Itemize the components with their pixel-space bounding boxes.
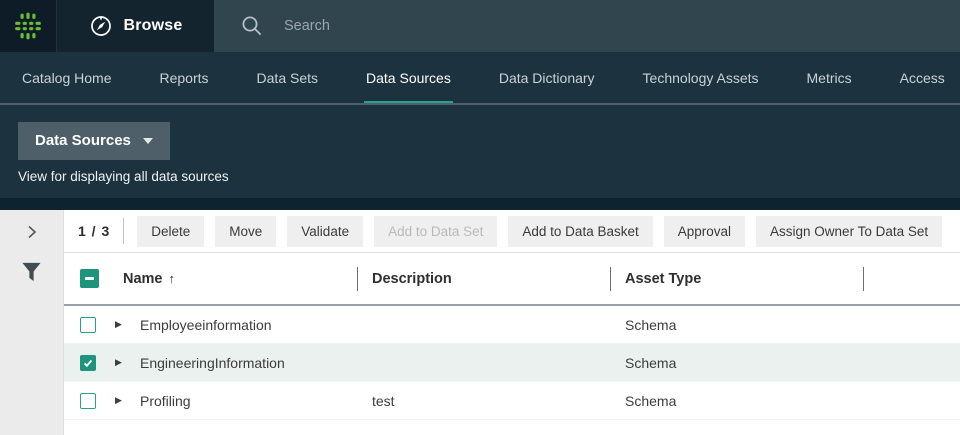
browse-label: Browse xyxy=(124,17,183,35)
expand-panel-button[interactable] xyxy=(0,210,63,253)
tab-access[interactable]: Access xyxy=(900,52,945,103)
left-rail xyxy=(0,210,64,435)
top-bar: Browse Search xyxy=(0,0,960,52)
asset-type: Schema xyxy=(610,344,863,381)
asset-description xyxy=(357,306,610,343)
move-button[interactable]: Move xyxy=(215,216,276,247)
asset-name: EngineeringInformation xyxy=(140,355,285,371)
tab-data-sets[interactable]: Data Sets xyxy=(257,52,318,103)
tab-catalog-home[interactable]: Catalog Home xyxy=(22,52,112,103)
validate-button[interactable]: Validate xyxy=(287,216,363,247)
table-row[interactable]: ▶ Employeeinformation Schema xyxy=(64,306,960,344)
row-checkbox[interactable] xyxy=(80,317,96,333)
asset-description xyxy=(357,344,610,381)
expand-row-icon[interactable]: ▶ xyxy=(115,319,125,330)
browse-nav-button[interactable]: Browse xyxy=(57,0,214,52)
row-checkbox[interactable] xyxy=(80,355,96,371)
expand-row-icon[interactable]: ▶ xyxy=(115,357,125,368)
column-header-description[interactable]: Description xyxy=(357,253,610,304)
tab-data-dictionary[interactable]: Data Dictionary xyxy=(499,52,595,103)
view-description: View for displaying all data sources xyxy=(18,169,960,184)
view-selector-dropdown[interactable]: Data Sources xyxy=(18,122,170,160)
catalog-nav-tabs: Catalog Home Reports Data Sets Data Sour… xyxy=(0,52,960,105)
assign-owner-button[interactable]: Assign Owner To Data Set xyxy=(756,216,942,247)
add-to-data-basket-button[interactable]: Add to Data Basket xyxy=(508,216,652,247)
asset-type: Schema xyxy=(610,306,863,343)
section-divider-strip xyxy=(0,198,960,210)
search-placeholder: Search xyxy=(284,18,330,34)
table-row[interactable]: ▶ Profiling test Schema xyxy=(64,382,960,420)
asset-description: test xyxy=(357,382,610,419)
search-icon xyxy=(240,14,264,38)
view-selector-label: Data Sources xyxy=(35,132,131,149)
column-header-name[interactable]: Name ↑ xyxy=(108,253,357,304)
asset-name: Profiling xyxy=(140,393,191,409)
approval-button[interactable]: Approval xyxy=(664,216,745,247)
column-header-asset-type[interactable]: Asset Type xyxy=(610,253,863,304)
tab-technology-assets[interactable]: Technology Assets xyxy=(643,52,759,103)
toolbar-divider xyxy=(123,218,124,244)
bulk-actions-toolbar: 1 / 3 Delete Move Validate Add to Data S… xyxy=(64,210,960,253)
tab-reports[interactable]: Reports xyxy=(160,52,209,103)
filter-button[interactable] xyxy=(21,261,42,288)
compass-icon xyxy=(89,14,113,38)
asset-name: Employeeinformation xyxy=(140,317,272,333)
content-area: 1 / 3 Delete Move Validate Add to Data S… xyxy=(0,210,960,435)
sort-ascending-icon: ↑ xyxy=(169,271,176,286)
data-sources-panel: 1 / 3 Delete Move Validate Add to Data S… xyxy=(64,210,960,435)
table-header: Name ↑ Description Asset Type xyxy=(64,253,960,306)
expand-row-icon[interactable]: ▶ xyxy=(115,395,125,406)
delete-button[interactable]: Delete xyxy=(137,216,204,247)
row-checkbox[interactable] xyxy=(80,393,96,409)
chevron-down-icon xyxy=(143,138,153,144)
add-to-data-set-button[interactable]: Add to Data Set xyxy=(374,216,497,247)
view-header: Data Sources View for displaying all dat… xyxy=(0,105,960,198)
app-logo-button[interactable] xyxy=(0,0,57,52)
search-bar[interactable]: Search xyxy=(214,0,960,52)
select-all-checkbox[interactable] xyxy=(64,253,108,304)
tab-data-sources[interactable]: Data Sources xyxy=(366,52,451,103)
checkmark-icon xyxy=(82,357,94,369)
chevron-right-icon xyxy=(22,222,42,242)
column-header-extra xyxy=(863,253,960,304)
table-row[interactable]: ▶ EngineeringInformation Schema xyxy=(64,344,960,382)
app-logo-icon xyxy=(13,11,43,41)
filter-funnel-icon xyxy=(21,261,42,283)
asset-type: Schema xyxy=(610,382,863,419)
indeterminate-checkbox-icon xyxy=(80,269,99,288)
tab-metrics[interactable]: Metrics xyxy=(807,52,852,103)
selection-count: 1 / 3 xyxy=(78,223,110,239)
